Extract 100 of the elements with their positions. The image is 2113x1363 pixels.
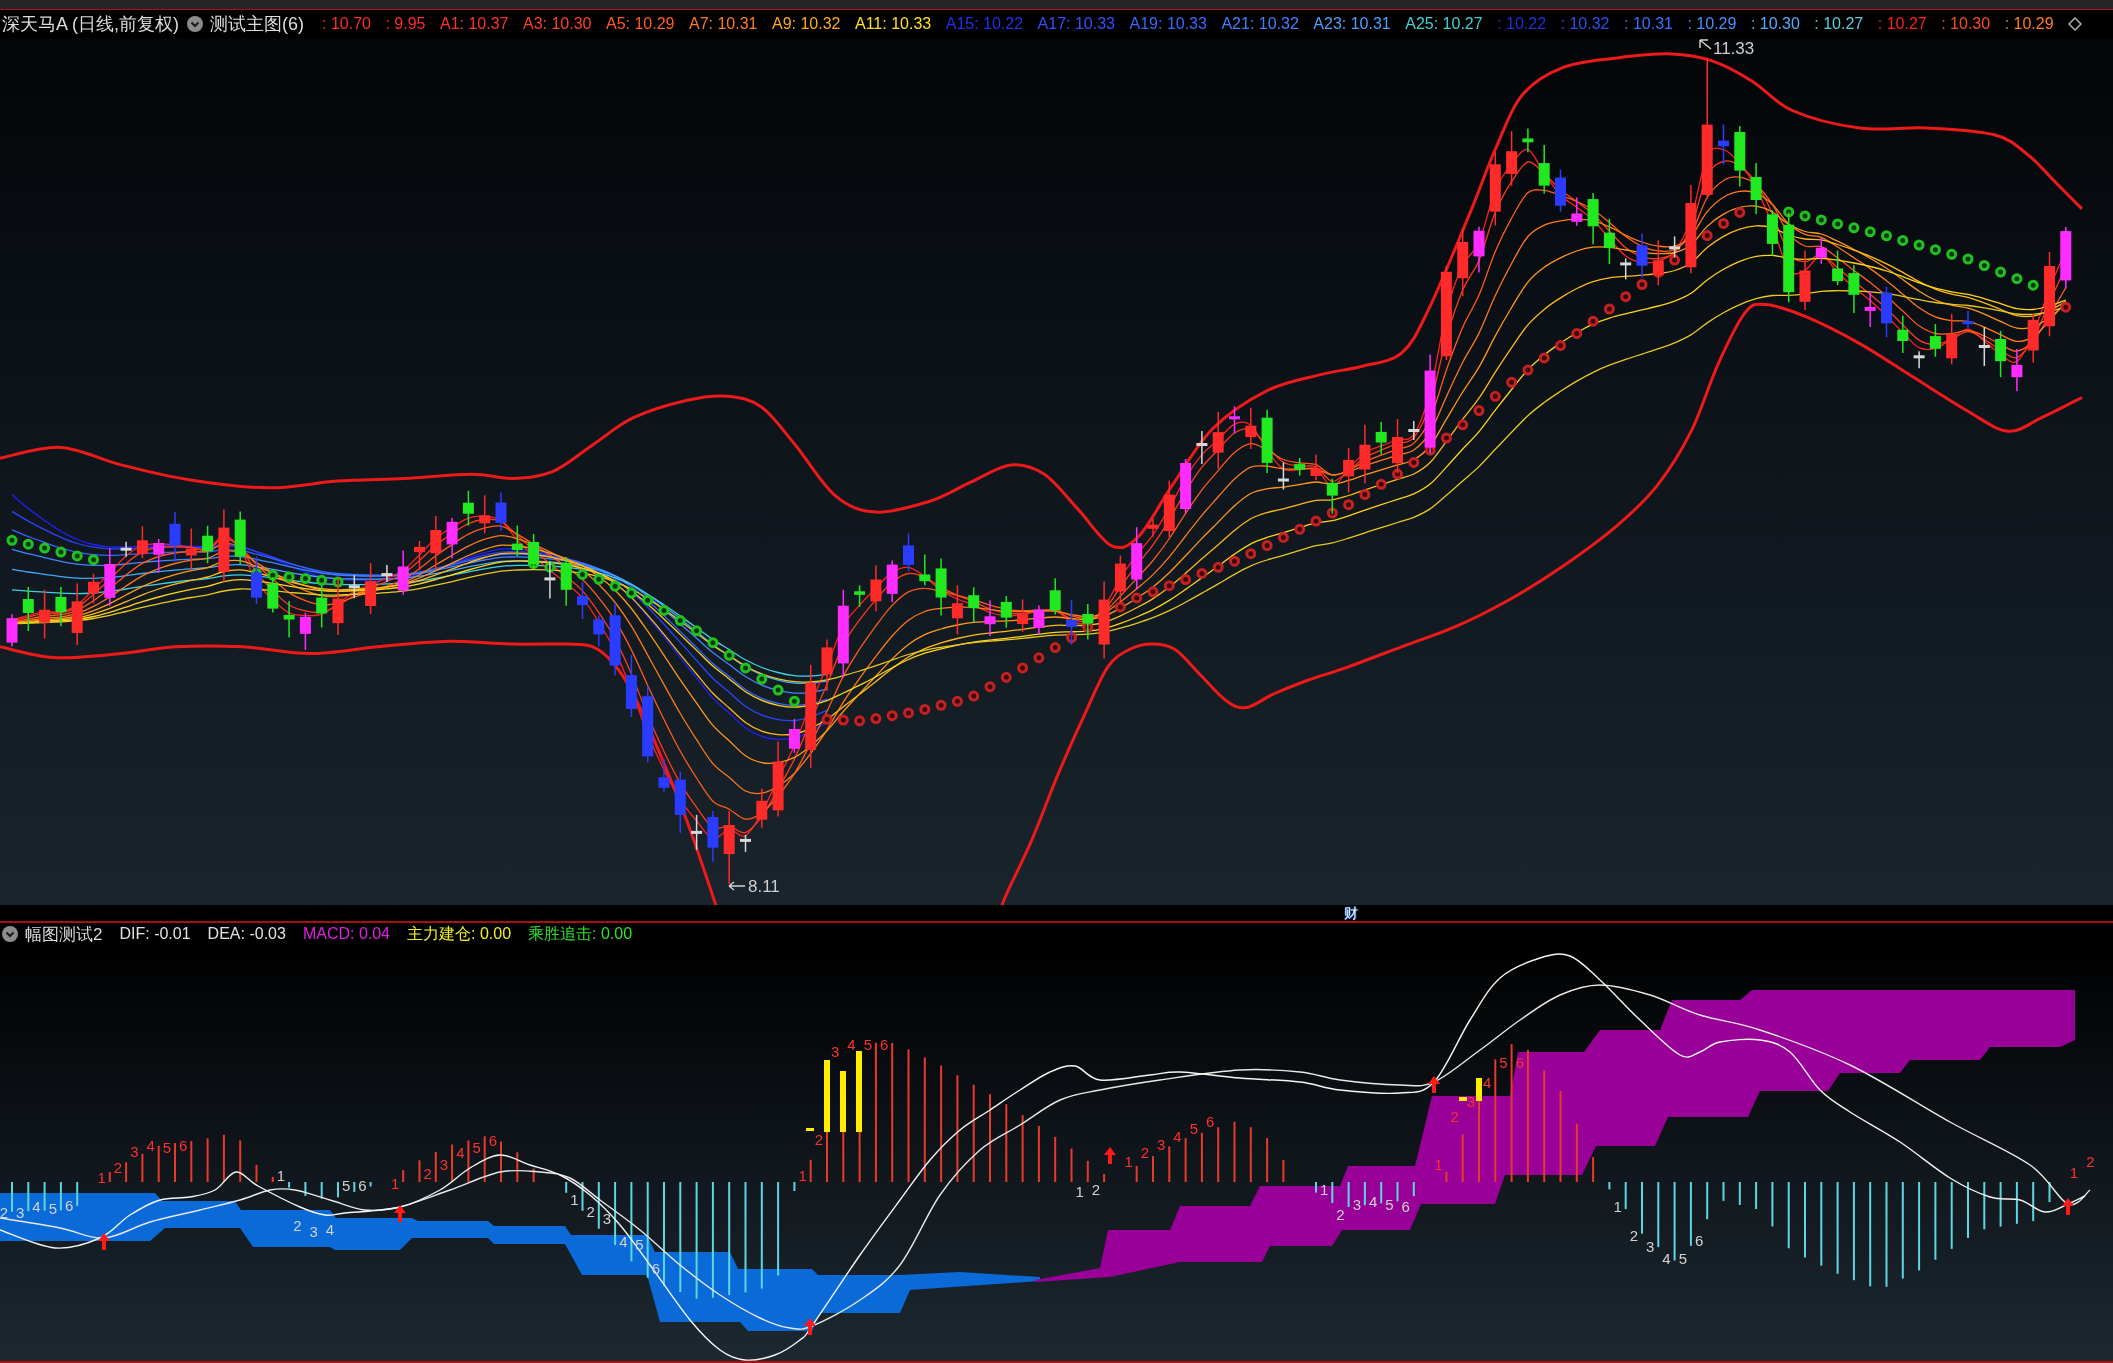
count-label: 3 xyxy=(1352,1196,1361,1213)
count-label: 1 xyxy=(1075,1183,1084,1200)
indicator-reading: : 9.95 xyxy=(385,15,426,33)
count-label: 2 xyxy=(293,1217,302,1234)
count-label: 4 xyxy=(1483,1074,1492,1091)
count-label: 1 xyxy=(2069,1164,2079,1181)
indicator-reading: 主力建仓: 0.00 xyxy=(407,923,512,944)
signal-bar xyxy=(1459,1097,1467,1101)
count-label: 4 xyxy=(1173,1128,1182,1145)
signal-bar xyxy=(840,1071,846,1132)
count-label: 5 xyxy=(635,1236,644,1253)
count-label: 2 xyxy=(814,1131,824,1148)
count-label: 5 xyxy=(341,1177,351,1194)
count-label: 2 xyxy=(0,1204,8,1221)
indicator-reading: A5: 10.29 xyxy=(606,15,675,33)
count-label: 5 xyxy=(1678,1250,1687,1267)
count-label: 4 xyxy=(1662,1250,1671,1267)
count-label: 3 xyxy=(15,1204,25,1221)
indicator-reading: : 10.27 xyxy=(1814,15,1864,33)
count-label: 1 xyxy=(1613,1198,1622,1215)
count-label: 5 xyxy=(1189,1120,1198,1137)
count-label: 3 xyxy=(1646,1238,1655,1255)
chevron-circle-icon[interactable] xyxy=(187,16,203,32)
up-arrow-icon xyxy=(2062,1198,2074,1215)
count-label: 4 xyxy=(146,1137,155,1154)
indicator-reading: : 10.22 xyxy=(1497,15,1547,33)
indicator-reading: 乘胜追击: 0.00 xyxy=(528,923,633,944)
leader-arrow-icon xyxy=(1699,39,1712,50)
count-label: 4 xyxy=(456,1144,465,1161)
count-label: 3 xyxy=(830,1043,840,1060)
count-label: 2 xyxy=(1629,1227,1639,1244)
count-label: 1 xyxy=(798,1167,807,1184)
count-label: 3 xyxy=(130,1143,139,1160)
indicator-reading: : 10.32 xyxy=(1560,15,1610,33)
count-label: 6 xyxy=(64,1197,74,1214)
count-label: 6 xyxy=(651,1260,661,1277)
count-label: 1 xyxy=(1320,1181,1329,1198)
indicator-reading: A9: 10.32 xyxy=(772,15,841,33)
indicator-reading: : 10.27 xyxy=(1877,15,1927,33)
count-label: 3 xyxy=(439,1156,449,1173)
count-label: 2 xyxy=(1450,1108,1459,1125)
indicator-reading: : 10.30 xyxy=(1941,15,1991,33)
count-label: 6 xyxy=(358,1177,367,1194)
indicator-reading: A7: 10.31 xyxy=(689,15,758,33)
count-label: 5 xyxy=(1385,1196,1394,1213)
count-label: 1 xyxy=(390,1175,400,1192)
count-label: 5 xyxy=(162,1139,172,1156)
signal-bar xyxy=(1476,1078,1482,1101)
count-label: 1 xyxy=(1124,1153,1133,1170)
count-label: 5 xyxy=(863,1036,872,1053)
count-label: 3 xyxy=(602,1210,612,1227)
low-price-label: 8.11 xyxy=(748,877,780,896)
count-label: 3 xyxy=(309,1223,318,1240)
indicator-reading: A17: 10.33 xyxy=(1037,15,1115,33)
stock-title: 深天马A (日线,前复权) xyxy=(2,13,179,36)
count-label: 1 xyxy=(97,1169,106,1186)
indicator-reading: A19: 10.33 xyxy=(1129,15,1207,33)
indicator-reading: A1: 10.37 xyxy=(440,15,509,33)
count-label: 3 xyxy=(1466,1093,1476,1110)
count-label: 5 xyxy=(1499,1054,1508,1071)
finance-link[interactable]: 财 xyxy=(1344,905,1358,921)
count-label: 1 xyxy=(276,1167,286,1184)
indicator-title: 幅图测试2 xyxy=(25,923,103,946)
high-price-label: 11.33 xyxy=(1713,39,1755,58)
count-label: 4 xyxy=(619,1233,628,1250)
up-arrow-icon xyxy=(394,1205,406,1222)
count-label: 1 xyxy=(570,1191,579,1208)
indicator-reading: A3: 10.30 xyxy=(523,15,592,33)
count-label: 6 xyxy=(1205,1113,1215,1130)
count-label: 6 xyxy=(179,1137,188,1154)
count-label: 1 xyxy=(1434,1156,1443,1173)
signal-bar xyxy=(824,1060,830,1132)
up-arrow-icon xyxy=(1104,1147,1116,1164)
count-label: 4 xyxy=(32,1198,41,1215)
count-label: 4 xyxy=(847,1036,856,1053)
count-label: 5 xyxy=(472,1139,481,1156)
signal-bar xyxy=(806,1128,814,1131)
indicator-reading: DEA: -0.03 xyxy=(207,925,286,943)
indicator-reading: : 10.31 xyxy=(1624,15,1673,33)
count-label: 2 xyxy=(2086,1153,2095,1170)
count-label: 6 xyxy=(1515,1054,1524,1071)
indicator-reading: : 10.29 xyxy=(1687,15,1737,33)
indicator-reading: A21: 10.32 xyxy=(1221,15,1299,33)
indicator-reading: : 10.29 xyxy=(2004,15,2054,33)
up-arrow-icon xyxy=(98,1233,110,1250)
count-label: 3 xyxy=(1157,1136,1166,1153)
count-label: 2 xyxy=(1140,1144,1150,1161)
indicator-reading: : 10.70 xyxy=(322,15,371,33)
count-label: 4 xyxy=(325,1221,334,1238)
count-label: 6 xyxy=(879,1036,889,1053)
up-arrow-icon xyxy=(1428,1076,1440,1093)
formula-name: 测试主图(6) xyxy=(210,13,304,36)
indicator-reading: A25: 10.27 xyxy=(1405,15,1483,33)
chevron-circle-icon[interactable] xyxy=(2,926,18,942)
count-label: 2 xyxy=(1336,1206,1345,1223)
indicator-reading: : 10.30 xyxy=(1750,15,1800,33)
count-label: 5 xyxy=(48,1200,57,1217)
indicator-reading: A23: 10.31 xyxy=(1313,15,1391,33)
diamond-icon[interactable] xyxy=(2067,17,2082,31)
count-label: 6 xyxy=(1401,1198,1410,1215)
